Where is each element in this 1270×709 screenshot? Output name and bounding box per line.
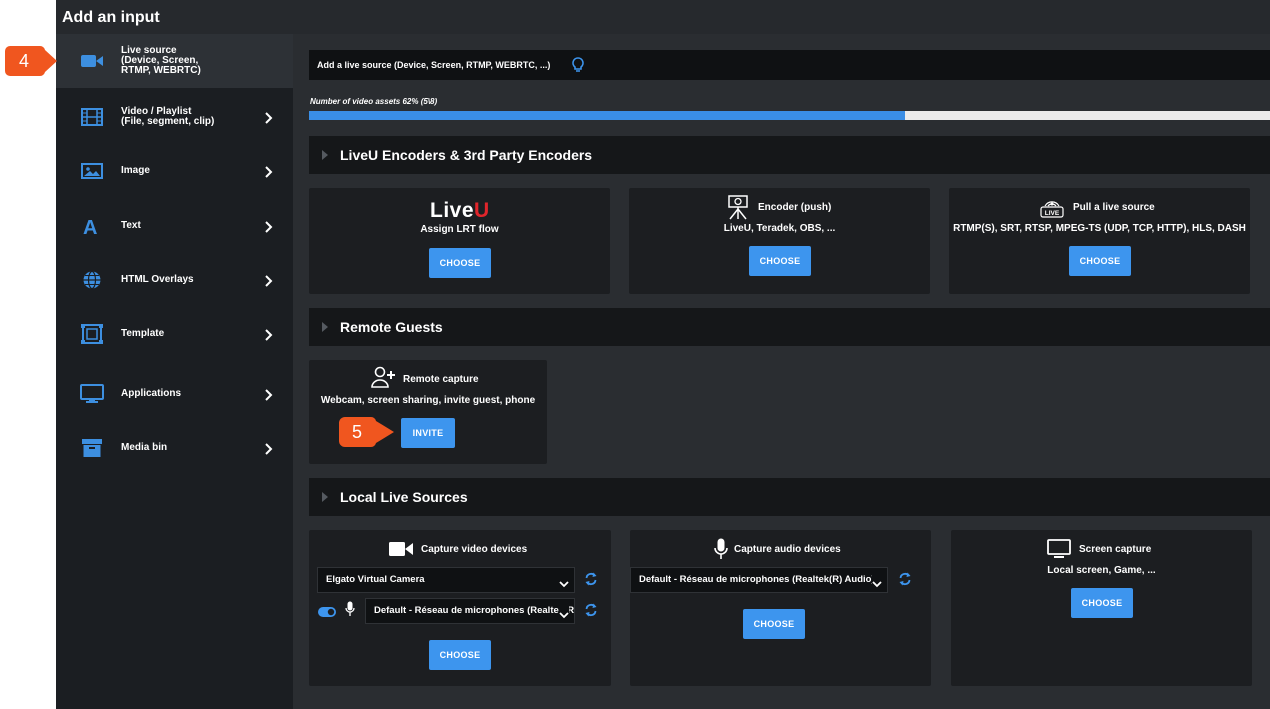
- chevron-right-icon: [263, 442, 273, 455]
- refresh-icon[interactable]: [584, 572, 598, 586]
- add-input-dialog: Add an input Live source (Device, Screen…: [56, 0, 1270, 709]
- caret-right-icon: [322, 150, 328, 160]
- monitor-icon: [80, 384, 104, 404]
- sidebar-item-label: Applications: [121, 388, 182, 399]
- lightbulb-icon[interactable]: [571, 56, 585, 74]
- capture-audio-title: Capture audio devices: [734, 544, 841, 555]
- live-broadcast-icon: LIVE: [1039, 196, 1065, 218]
- video-camera-icon: [80, 51, 104, 71]
- pull-subtitle: RTMP(S), SRT, RTSP, MPEG-TS (UDP, TCP, H…: [953, 223, 1246, 234]
- refresh-icon[interactable]: [898, 572, 912, 586]
- screen-capture-subtitle: Local screen, Game, ...: [1047, 565, 1156, 576]
- remote-capture-title: Remote capture: [403, 374, 479, 385]
- remote-capture-subtitle: Webcam, screen sharing, invite guest, ph…: [320, 395, 536, 406]
- callout-number: 4: [18, 51, 29, 71]
- liveu-choose-button[interactable]: CHOOSE: [429, 248, 491, 278]
- sidebar-item-label: Video / Playlist (File, segment, clip): [121, 106, 215, 127]
- screen-capture-card: Screen capture Local screen, Game, ... C…: [951, 530, 1252, 686]
- encoder-subtitle: LiveU, Teradek, OBS, ...: [723, 223, 836, 234]
- archive-icon: [80, 438, 104, 458]
- screen-capture-title: Screen capture: [1079, 544, 1152, 555]
- chevron-right-icon: [263, 328, 273, 341]
- sidebar-item-label: Live source (Device, Screen, RTMP, WEBRT…: [121, 45, 201, 76]
- film-icon: [80, 107, 104, 127]
- capture-video-card: Capture video devices Elgato Virtual Cam…: [309, 530, 611, 686]
- video-device-select[interactable]: Elgato Virtual Camera: [317, 567, 575, 593]
- video-assets-progress-label: Number of video assets 62% (5\8): [310, 97, 438, 106]
- image-icon: [80, 161, 104, 181]
- progress-fill: [309, 111, 905, 120]
- sidebar-item-label: Text: [121, 220, 141, 231]
- capture-audio-card: Capture audio devices Default - Réseau d…: [630, 530, 931, 686]
- add-live-source-bar[interactable]: Add a live source (Device, Screen, RTMP,…: [309, 50, 1270, 80]
- encoder-push-card: Encoder (push) LiveU, Teradek, OBS, ... …: [629, 188, 930, 294]
- capture-audio-choose-button[interactable]: CHOOSE: [743, 609, 805, 639]
- sidebar-item-applications[interactable]: Applications: [56, 368, 293, 420]
- callout-number: 5: [351, 422, 362, 442]
- pull-title: Pull a live source: [1073, 202, 1155, 213]
- encoder-tripod-icon: [725, 194, 751, 220]
- section-local-live-sources[interactable]: Local Live Sources: [309, 478, 1270, 516]
- liveu-subtitle: Assign LRT flow: [420, 224, 499, 235]
- chevron-right-icon: [263, 111, 273, 124]
- video-audio-device-select[interactable]: Default - Réseau de microphones (Realtek…: [365, 598, 575, 624]
- section-title: Local Live Sources: [340, 489, 468, 505]
- sidebar-item-image[interactable]: Image: [56, 145, 293, 197]
- section-title: Remote Guests: [340, 319, 443, 335]
- sidebar-item-text[interactable]: A Text: [56, 200, 293, 252]
- monitor-icon: [1047, 539, 1071, 559]
- section-title: LiveU Encoders & 3rd Party Encoders: [340, 147, 593, 163]
- sidebar-item-label: Media bin: [121, 442, 168, 453]
- capture-video-choose-button[interactable]: CHOOSE: [429, 640, 491, 670]
- video-camera-icon: [388, 540, 414, 558]
- chevron-right-icon: [263, 274, 273, 287]
- globe-icon: [80, 270, 104, 290]
- pull-choose-button[interactable]: CHOOSE: [1069, 246, 1131, 276]
- chevron-down-icon: [559, 575, 569, 588]
- sidebar-item-media-bin[interactable]: Media bin: [56, 422, 293, 474]
- audio-device-select[interactable]: Default - Réseau de microphones (Realtek…: [630, 567, 888, 593]
- add-user-icon: [371, 366, 397, 388]
- chevron-right-icon: [263, 165, 273, 178]
- dialog-titlebar: Add an input: [56, 0, 1270, 34]
- text-icon: A: [80, 216, 104, 239]
- sidebar-item-live-source[interactable]: Live source (Device, Screen, RTMP, WEBRT…: [56, 34, 293, 88]
- liveu-logo: LiveU: [430, 199, 490, 222]
- video-assets-progress-bar: [309, 111, 1270, 120]
- chevron-right-icon: [263, 388, 273, 401]
- chevron-right-icon: [263, 220, 273, 233]
- sidebar-item-template[interactable]: Template: [56, 308, 293, 360]
- svg-text:A: A: [83, 217, 97, 236]
- step-callout-4: 4: [4, 44, 57, 78]
- sidebar-item-html-overlays[interactable]: HTML Overlays: [56, 254, 293, 306]
- section-liveu-encoders[interactable]: LiveU Encoders & 3rd Party Encoders: [309, 136, 1270, 174]
- encoder-choose-button[interactable]: CHOOSE: [749, 246, 811, 276]
- sidebar-item-label: HTML Overlays: [121, 274, 194, 285]
- microphone-icon: [714, 538, 728, 560]
- capture-video-title: Capture video devices: [421, 544, 528, 555]
- section-remote-guests[interactable]: Remote Guests: [309, 308, 1270, 346]
- caret-right-icon: [322, 492, 328, 502]
- input-type-sidebar: Live source (Device, Screen, RTMP, WEBRT…: [56, 34, 293, 709]
- screen-capture-choose-button[interactable]: CHOOSE: [1071, 588, 1133, 618]
- chevron-down-icon: [559, 606, 569, 619]
- microphone-icon: [345, 601, 355, 617]
- audio-toggle[interactable]: [318, 604, 336, 617]
- refresh-icon[interactable]: [584, 603, 598, 617]
- chevron-down-icon: [872, 575, 882, 588]
- encoder-title: Encoder (push): [758, 202, 832, 213]
- template-icon: [80, 324, 104, 344]
- invite-button[interactable]: INVITE: [401, 418, 455, 448]
- sidebar-item-label: Image: [121, 165, 150, 176]
- svg-text:LIVE: LIVE: [1045, 210, 1060, 217]
- sidebar-item-video-playlist[interactable]: Video / Playlist (File, segment, clip): [56, 91, 293, 143]
- caret-right-icon: [322, 322, 328, 332]
- main-panel: Add a live source (Device, Screen, RTMP,…: [293, 34, 1270, 709]
- liveu-card: LiveU Assign LRT flow CHOOSE: [309, 188, 610, 294]
- add-live-source-text: Add a live source (Device, Screen, RTMP,…: [317, 60, 551, 70]
- step-callout-5: 5: [337, 415, 394, 449]
- dialog-title: Add an input: [62, 9, 160, 26]
- sidebar-item-label: Template: [121, 328, 165, 339]
- pull-live-source-card: LIVE Pull a live source RTMP(S), SRT, RT…: [949, 188, 1250, 294]
